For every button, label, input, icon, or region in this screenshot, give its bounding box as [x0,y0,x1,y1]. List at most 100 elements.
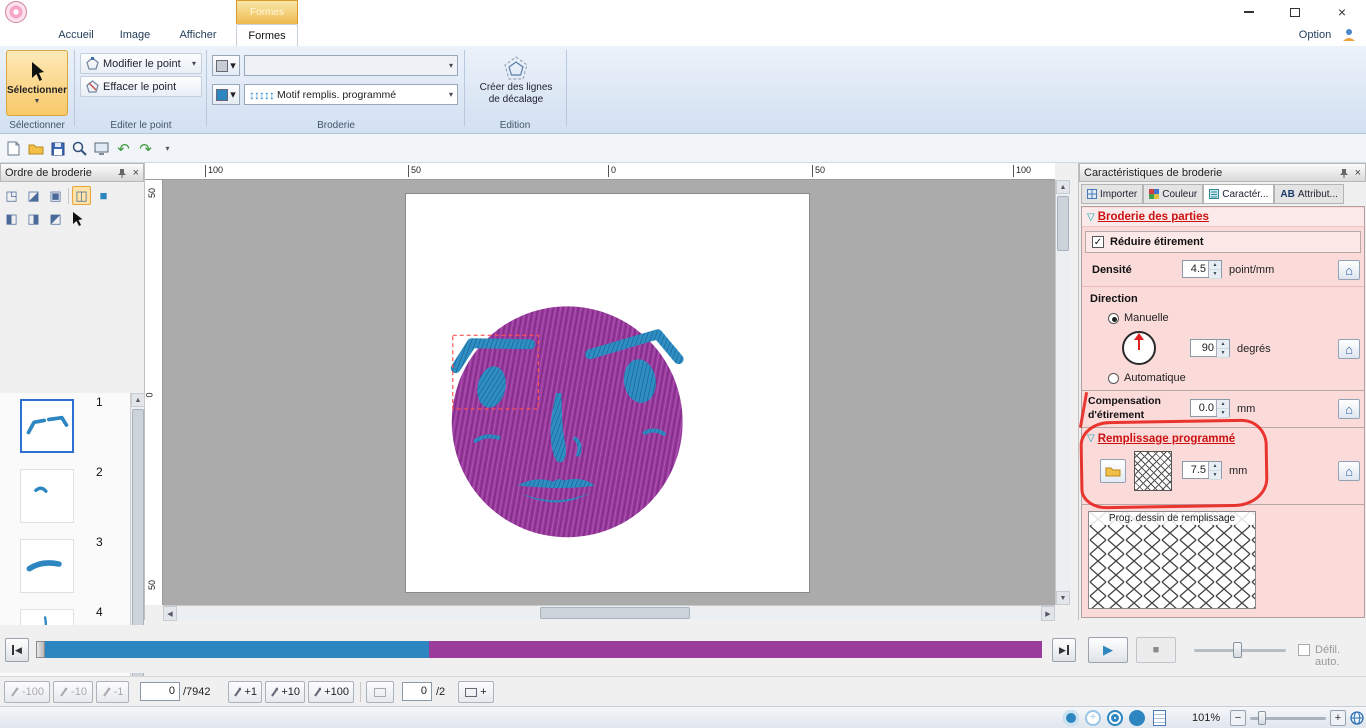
step-minus-1-button[interactable]: -1 [96,681,129,703]
scrollbar-thumb[interactable] [1057,196,1069,251]
close-panel-icon[interactable]: × [1355,167,1361,179]
maximize-button[interactable] [1272,0,1318,24]
step-plus-1-button[interactable]: +1 [228,681,262,703]
contextual-tab-group[interactable]: Formes [236,0,298,24]
step-minus-100-button[interactable]: -100 [4,681,50,703]
spinner-arrows[interactable]: ▲▼ [1208,462,1221,478]
direction-dial[interactable] [1122,331,1156,365]
step-plus-10-button[interactable]: +10 [265,681,305,703]
realistic-view-icon[interactable]: + [1085,710,1101,726]
modify-point-button[interactable]: Modifier le point ▾ [80,53,202,74]
stop-button[interactable]: ■ [1136,637,1176,663]
skip-to-start-button[interactable]: ◀ [5,638,29,662]
scroll-down-icon[interactable]: ▼ [1056,591,1070,605]
select-tool-button[interactable]: Sélectionner ▼ [6,50,68,116]
order-item-1[interactable]: 1 [0,393,130,463]
tab-afficher[interactable]: Afficher [168,24,228,46]
toolbar-options-icon[interactable]: ▾ [158,139,177,158]
tab-attributs[interactable]: AB Attribut... [1274,184,1343,204]
pin-icon[interactable] [117,168,127,178]
close-panel-icon[interactable]: × [133,167,139,179]
group-parts-icon[interactable]: ◪ [24,186,43,205]
section-remplissage-programme[interactable]: ▽ Remplissage programmé [1082,429,1364,448]
apply-default-icon[interactable]: ⌂ [1338,461,1360,481]
design-page[interactable] [405,193,810,593]
order-item-3[interactable]: 3 [0,533,130,603]
pointer-tool-icon[interactable] [68,209,87,228]
play-button[interactable]: ▶ [1088,637,1128,663]
zoom-icon[interactable] [70,139,89,158]
zoom-slider-handle[interactable] [1258,711,1266,725]
tab-accueil[interactable]: Accueil [48,24,104,46]
spinner-arrows[interactable]: ▲▼ [1216,400,1229,416]
globe-icon[interactable] [1350,711,1364,728]
tab-importer[interactable]: Importer [1081,184,1143,204]
pin-icon[interactable] [1339,168,1349,178]
density-input[interactable]: 4.5 ▲▼ [1182,260,1222,278]
preview-screen-icon[interactable] [92,139,111,158]
scroll-up-icon[interactable]: ▲ [131,393,145,407]
design-object-face[interactable] [406,194,809,592]
zoom-in-icon[interactable]: + [1330,710,1346,726]
minimize-button[interactable] [1226,0,1272,24]
automatic-radio[interactable] [1108,373,1119,384]
open-file-icon[interactable] [26,139,45,158]
horizontal-scrollbar[interactable]: ◀ ▶ [163,605,1055,620]
close-button[interactable]: × [1318,0,1366,24]
frame-counter-input[interactable]: 0 [402,682,432,701]
skip-to-end-button[interactable]: ▶ [1052,638,1076,662]
tab-image[interactable]: Image [110,24,160,46]
outline-color-button[interactable]: ▾ [212,55,240,76]
compensation-input[interactable]: 0.0 ▲▼ [1190,399,1230,417]
manual-radio[interactable] [1108,313,1119,324]
redo-icon[interactable]: ↷ [136,139,155,158]
merge-left-icon[interactable]: ◧ [2,209,21,228]
tab-couleur[interactable]: Couleur [1143,184,1203,204]
merge-right-icon[interactable]: ◨ [24,209,43,228]
spinner-arrows[interactable]: ▲▼ [1208,261,1221,277]
direction-input[interactable]: 90 ▲▼ [1190,339,1230,357]
merge-all-icon[interactable]: ◩ [46,209,65,228]
apply-default-icon[interactable]: ⌂ [1338,260,1360,280]
zoom-out-icon[interactable]: − [1230,710,1246,726]
spinner-arrows[interactable]: ▲▼ [1216,340,1229,356]
save-icon[interactable] [48,139,67,158]
tab-formes[interactable]: Formes [236,24,298,46]
fill-stitch-combo[interactable]: ↕↕↕↕↕ Motif remplis. programmé ▾ [244,84,458,105]
design-property-icon[interactable] [1153,710,1166,726]
fill-pattern-swatch[interactable] [1134,451,1172,491]
scrollbar-thumb[interactable] [540,607,690,619]
step-plus-100-button[interactable]: +100 [308,681,354,703]
scroll-right-icon[interactable]: ▶ [1041,606,1055,621]
prog-fill-size-input[interactable]: 7.5 ▲▼ [1182,461,1222,479]
ungroup-parts-icon[interactable]: ▣ [46,186,65,205]
active-order-tool-icon[interactable]: ◫ [72,186,91,205]
offset-lines-button[interactable]: Créer des lignes de décalage [470,50,562,116]
fill-color-button[interactable]: ▾ [212,84,240,105]
frame-add-button[interactable]: + [458,681,494,703]
select-frame-icon[interactable]: ◳ [2,186,21,205]
apply-default-icon[interactable]: ⌂ [1338,399,1360,419]
progress-handle[interactable] [36,641,45,658]
app-logo-icon[interactable] [5,1,27,23]
solid-view-icon[interactable] [1129,710,1145,726]
new-document-icon[interactable] [4,139,23,158]
undo-icon[interactable]: ↶ [114,139,133,158]
browse-pattern-button[interactable] [1100,459,1126,483]
user-account-icon[interactable] [1342,28,1356,45]
color-block-icon[interactable]: ■ [94,186,113,205]
erase-point-button[interactable]: Effacer le point [80,76,202,97]
option-button[interactable]: Option [1292,24,1338,46]
vertical-scrollbar[interactable]: ▲ ▼ [1055,180,1070,605]
section-broderie-des-parties[interactable]: ▽ Broderie des parties [1082,208,1364,227]
outline-stitch-combo[interactable]: ▾ [244,55,458,76]
step-minus-10-button[interactable]: -10 [53,681,93,703]
scroll-left-icon[interactable]: ◀ [163,606,177,621]
speed-slider-handle[interactable] [1233,642,1242,658]
scroll-up-icon[interactable]: ▲ [1056,180,1070,194]
frame-back-button[interactable] [366,681,394,703]
tab-caracteristiques[interactable]: Caractér... [1203,184,1274,204]
stitch-counter-input[interactable]: 0 [140,682,180,701]
order-item-2[interactable]: 2 [0,463,130,533]
stitch-view-icon[interactable] [1063,710,1079,726]
